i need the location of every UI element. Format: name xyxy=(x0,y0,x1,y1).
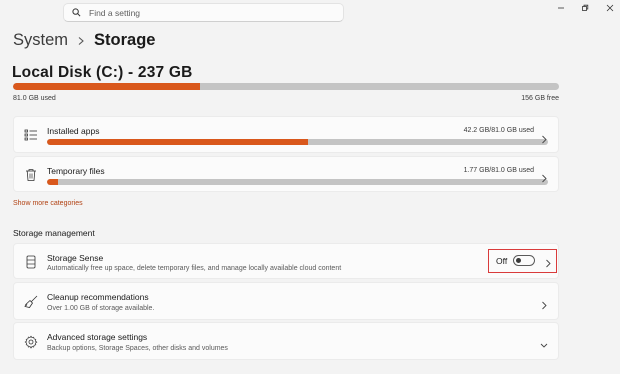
category-value: 42.2 GB/81.0 GB used xyxy=(463,127,534,134)
storage-sense-description: Automatically free up space, delete temp… xyxy=(47,265,342,272)
category-installed-apps[interactable]: Installed apps 42.2 GB/81.0 GB used xyxy=(13,116,559,153)
restore-button[interactable] xyxy=(575,2,595,14)
section-heading: Storage management xyxy=(13,228,95,238)
storage-sense-toggle-highlight: Off xyxy=(488,249,557,273)
chevron-right-icon[interactable] xyxy=(544,255,552,268)
chevron-right-icon xyxy=(540,170,548,183)
disk-free-label: 156 GB free xyxy=(521,95,559,102)
minimize-icon xyxy=(558,7,564,9)
cleanup-title: Cleanup recommendations xyxy=(47,292,149,302)
disk-title: Local Disk (C:) - 237 GB xyxy=(12,64,193,81)
gear-icon xyxy=(24,335,38,349)
minimize-button[interactable] xyxy=(551,2,571,14)
breadcrumb-chevron-icon xyxy=(77,36,85,46)
broom-icon xyxy=(24,295,38,309)
storage-sense-toggle[interactable] xyxy=(513,255,535,266)
toggle-state-label: Off xyxy=(496,256,508,266)
search-input[interactable]: Find a setting xyxy=(89,8,140,18)
search-box[interactable]: Find a setting xyxy=(63,3,344,22)
cleanup-recommendations-row[interactable]: Cleanup recommendations Over 1.00 GB of … xyxy=(13,282,559,320)
category-usage-fill xyxy=(47,139,308,145)
show-more-categories-link[interactable]: Show more categories xyxy=(13,200,83,207)
chevron-down-icon xyxy=(540,337,548,348)
storage-sense-title: Storage Sense xyxy=(47,253,104,263)
category-label: Installed apps xyxy=(47,126,100,136)
advanced-title: Advanced storage settings xyxy=(47,332,148,342)
trash-icon xyxy=(24,168,38,182)
category-label: Temporary files xyxy=(47,166,105,176)
category-usage-bar xyxy=(47,179,548,185)
disk-usage-fill xyxy=(13,83,200,90)
advanced-storage-settings-row[interactable]: Advanced storage settings Backup options… xyxy=(13,322,559,360)
disk-usage-bar xyxy=(13,83,559,90)
chevron-right-icon xyxy=(540,131,548,144)
category-value: 1.77 GB/81.0 GB used xyxy=(463,167,534,174)
storage-sense-row[interactable]: Storage Sense Automatically free up spac… xyxy=(13,243,559,279)
breadcrumb-system[interactable]: System xyxy=(13,31,68,50)
category-usage-fill xyxy=(47,179,59,185)
category-temporary-files[interactable]: Temporary files 1.77 GB/81.0 GB used xyxy=(13,156,559,192)
advanced-description: Backup options, Storage Spaces, other di… xyxy=(47,345,228,352)
hard-drive-icon xyxy=(24,255,38,269)
close-icon xyxy=(606,4,614,12)
close-button[interactable] xyxy=(600,2,620,14)
category-usage-bar xyxy=(47,139,548,145)
toggle-knob xyxy=(516,258,521,263)
list-icon xyxy=(24,128,38,142)
search-icon xyxy=(72,8,81,17)
cleanup-description: Over 1.00 GB of storage available. xyxy=(47,305,155,312)
disk-used-label: 81.0 GB used xyxy=(13,95,56,102)
breadcrumb: System Storage xyxy=(13,31,155,50)
restore-icon xyxy=(582,4,589,11)
chevron-right-icon xyxy=(540,297,548,310)
page-title: Storage xyxy=(94,31,156,49)
